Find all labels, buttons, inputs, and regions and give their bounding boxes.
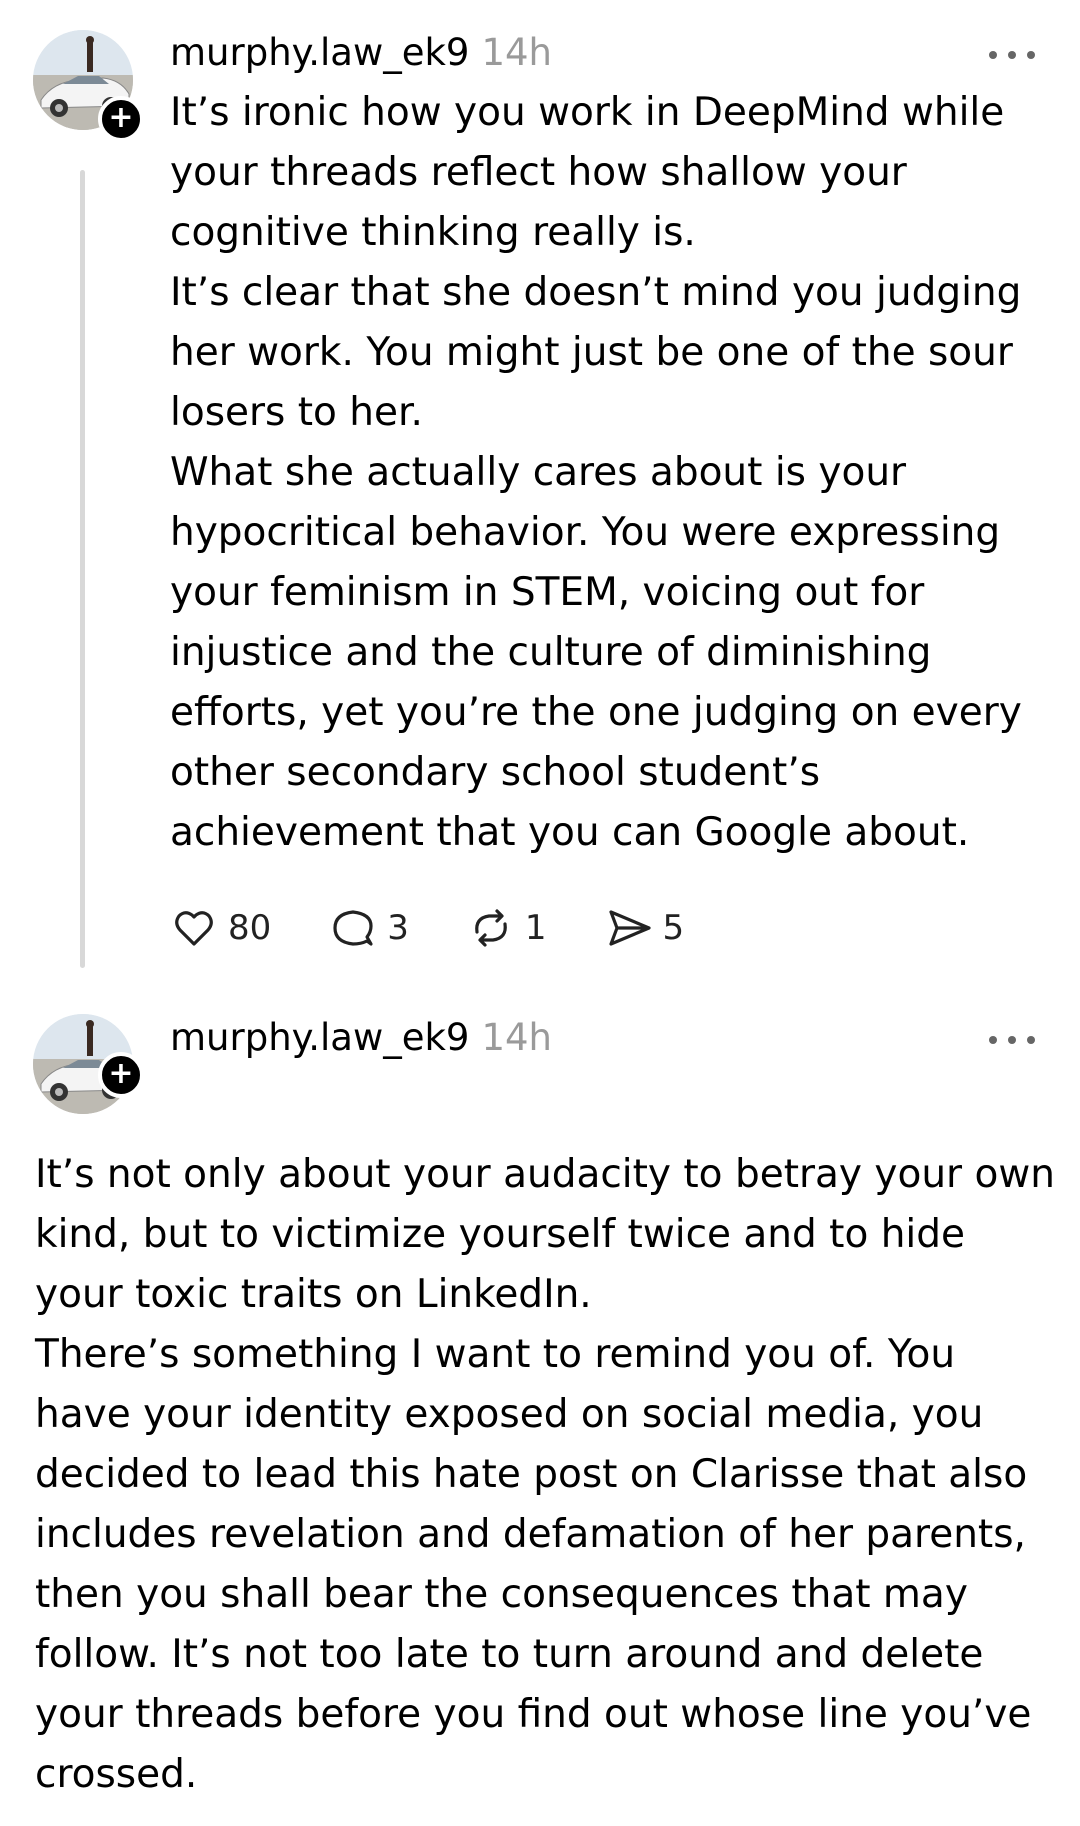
post-text: It’s not only about your audacity to bet… bbox=[35, 1145, 1055, 1805]
follow-plus-icon[interactable]: + bbox=[98, 1052, 144, 1098]
username[interactable]: murphy.law_ek9 bbox=[170, 1016, 469, 1059]
heart-icon bbox=[175, 911, 213, 946]
comment-icon bbox=[333, 910, 373, 946]
paragraph: It’s clear that she doesn’t mind you jud… bbox=[170, 270, 1022, 435]
send-icon bbox=[608, 910, 651, 946]
post-text: It’s ironic how you work in DeepMind whi… bbox=[170, 83, 1050, 863]
action-bar: 80 3 1 5 bbox=[170, 900, 742, 956]
more-options-icon[interactable] bbox=[989, 1033, 1035, 1047]
share-count: 5 bbox=[662, 908, 685, 948]
paragraph: It’s ironic how you work in DeepMind whi… bbox=[170, 90, 1005, 255]
reply-button[interactable]: 3 bbox=[329, 904, 409, 952]
thread-post: + murphy.law_ek9 14h It’s ironic how you … bbox=[0, 0, 1080, 985]
follow-plus-icon[interactable]: + bbox=[98, 96, 144, 142]
reply-count: 3 bbox=[387, 908, 409, 948]
thread-line bbox=[80, 170, 85, 968]
share-button[interactable]: 5 bbox=[605, 904, 685, 952]
username[interactable]: murphy.law_ek9 bbox=[170, 31, 469, 74]
like-count: 80 bbox=[228, 908, 272, 948]
more-options-icon[interactable] bbox=[989, 48, 1035, 62]
post-header: murphy.law_ek9 14h bbox=[170, 1013, 552, 1063]
timestamp: 14h bbox=[481, 1016, 552, 1059]
repost-button[interactable]: 1 bbox=[467, 904, 547, 952]
paragraph: What she actually cares about is your hy… bbox=[170, 450, 1022, 855]
like-button[interactable]: 80 bbox=[170, 904, 271, 952]
repost-count: 1 bbox=[524, 908, 547, 948]
post-header: murphy.law_ek9 14h bbox=[170, 28, 552, 78]
thread-post: + murphy.law_ek9 14h It’s not only about … bbox=[0, 985, 1080, 1826]
repost-icon bbox=[475, 909, 507, 947]
paragraph: It’s not only about your audacity to bet… bbox=[35, 1152, 1055, 1317]
paragraph: There’s something I want to remind you o… bbox=[35, 1332, 1032, 1797]
timestamp: 14h bbox=[481, 31, 552, 74]
